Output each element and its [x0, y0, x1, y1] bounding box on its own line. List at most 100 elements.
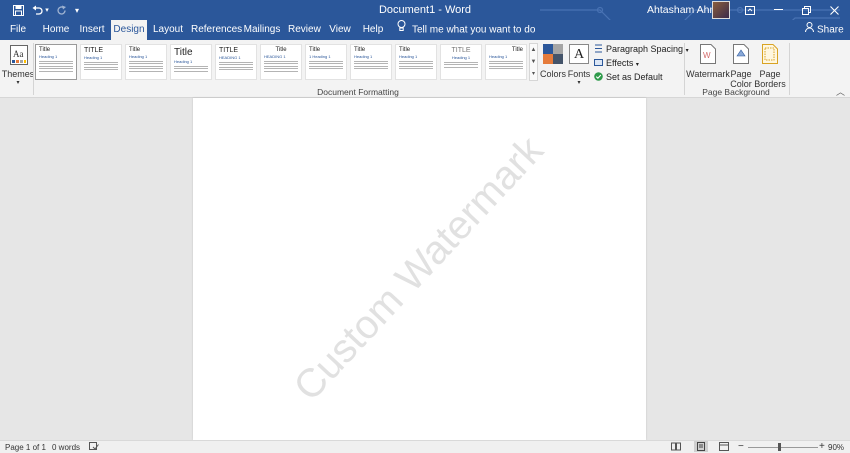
effects-button[interactable]: Effects ▾: [594, 57, 639, 69]
tab-mailings[interactable]: Mailings: [243, 20, 281, 40]
minimize-icon[interactable]: [764, 0, 792, 20]
style-set-thumb[interactable]: TITLE Heading 1: [80, 44, 122, 80]
print-layout-icon[interactable]: [694, 441, 708, 452]
set-as-default-label: Set as Default: [606, 72, 663, 82]
page-color-icon: [733, 44, 749, 67]
themes-button[interactable]: Aa Themes ▾: [2, 43, 34, 86]
paragraph-spacing-label: Paragraph Spacing: [606, 44, 684, 54]
thumb-title: Title: [309, 47, 321, 53]
fonts-icon: A: [569, 44, 589, 64]
zoom-out-icon[interactable]: −: [738, 441, 744, 452]
watermark-label: Watermark: [686, 69, 730, 79]
style-set-thumb[interactable]: Title Heading 1: [170, 44, 212, 80]
ribbon-display-options-icon[interactable]: [736, 0, 764, 20]
checkmark-circle-icon: [594, 71, 603, 84]
word-count[interactable]: 0 words: [52, 443, 80, 452]
page-borders-label-1: Page: [759, 69, 781, 79]
restore-icon[interactable]: [792, 0, 820, 20]
web-layout-icon[interactable]: [719, 442, 729, 453]
scroll-up-icon[interactable]: ▲: [530, 44, 537, 56]
set-as-default-button[interactable]: Set as Default: [594, 71, 663, 83]
themes-icon: Aa: [10, 45, 28, 68]
thumb-heading: Heading 1: [174, 59, 193, 64]
thumb-heading: Heading 1: [399, 54, 418, 59]
zoom-in-icon[interactable]: +: [819, 441, 825, 452]
thumb-heading: Heading 1: [451, 55, 471, 60]
style-set-thumb[interactable]: Title Heading 1: [485, 44, 527, 80]
tab-file[interactable]: File: [4, 20, 32, 40]
style-set-thumb[interactable]: Title Heading 1: [35, 44, 77, 80]
thumb-heading: Heading 1: [129, 54, 148, 59]
zoom-slider-thumb[interactable]: [777, 443, 781, 451]
thumb-title: Title: [174, 47, 193, 58]
style-set-thumb[interactable]: TITLE HEADING 1: [215, 44, 257, 80]
gallery-more-icon[interactable]: ▾: [530, 68, 537, 80]
page-color-button[interactable]: Page Color: [728, 43, 754, 89]
tab-layout[interactable]: Layout: [152, 20, 184, 40]
proofing-icon[interactable]: [89, 442, 99, 453]
style-set-thumb[interactable]: Title HEADING 1: [260, 44, 302, 80]
chevron-down-icon: ▾: [635, 62, 639, 68]
paragraph-spacing-icon: [594, 44, 603, 56]
tell-me-text: Tell me what you want to do: [412, 24, 536, 36]
thumb-title: Title: [399, 47, 411, 53]
read-mode-icon[interactable]: [671, 442, 681, 453]
person-icon: [805, 20, 814, 40]
thumb-title: TITLE: [84, 47, 104, 54]
watermark-text: Custom Watermark: [285, 128, 552, 410]
collapse-ribbon-icon[interactable]: ︿: [836, 85, 845, 98]
watermark-icon: W: [700, 44, 716, 67]
ribbon-tabs: File Home Insert Design Layout Reference…: [0, 20, 850, 40]
watermark-button[interactable]: W Watermark: [686, 43, 730, 85]
share-button[interactable]: Share: [805, 20, 844, 40]
colors-button[interactable]: Colors: [540, 43, 566, 85]
thumb-title: Title: [129, 47, 141, 53]
tab-design[interactable]: Design: [111, 20, 147, 40]
svg-text:Aa: Aa: [13, 49, 24, 59]
style-set-thumb[interactable]: Title 1 Heading 1: [305, 44, 347, 80]
title-bar: ▾ ▾ Document1 - Word Ahtasham Ahmad: [0, 0, 850, 36]
tab-references[interactable]: References: [191, 20, 242, 40]
thumb-heading: Heading 1: [84, 55, 103, 60]
paragraph-spacing-button[interactable]: Paragraph Spacing ▾: [594, 43, 689, 55]
style-set-thumb[interactable]: TITLE Heading 1: [440, 44, 482, 80]
page-color-label-1: Page: [730, 69, 752, 79]
avatar[interactable]: [712, 1, 730, 19]
tell-me-box[interactable]: Tell me what you want to do: [397, 20, 535, 40]
zoom-slider[interactable]: [748, 443, 818, 451]
thumb-heading: Heading 1: [39, 54, 58, 59]
effects-label: Effects: [606, 58, 634, 68]
page-count[interactable]: Page 1 of 1: [5, 443, 46, 452]
share-label: Share: [817, 24, 844, 36]
ribbon-design: Aa Themes ▾ Title Heading 1 TITLE Headin…: [0, 40, 850, 98]
style-set-thumb[interactable]: Title Heading 1: [125, 44, 167, 80]
page-background-group-label: Page Background: [702, 87, 770, 97]
tab-review[interactable]: Review: [288, 20, 321, 40]
chevron-down-icon: ▾: [16, 80, 20, 86]
page-borders-icon: [762, 44, 778, 67]
separator: [789, 43, 790, 95]
tab-home[interactable]: Home: [40, 20, 72, 40]
thumb-heading: HEADING 1: [219, 55, 241, 60]
page-borders-button[interactable]: Page Borders: [754, 43, 786, 89]
scroll-down-icon[interactable]: ▼: [530, 56, 537, 68]
thumb-heading: HEADING 1: [264, 54, 286, 59]
document-formatting-group-label: Document Formatting: [317, 87, 399, 97]
style-set-thumb[interactable]: Title Heading 1: [395, 44, 437, 80]
status-bar: Page 1 of 1 0 words − + 90%: [0, 440, 850, 453]
zoom-level[interactable]: 90%: [828, 443, 844, 452]
tab-help[interactable]: Help: [360, 20, 386, 40]
close-icon[interactable]: [820, 0, 848, 20]
thumb-heading: Heading 1: [489, 54, 508, 59]
fonts-button[interactable]: A Fonts ▾: [567, 43, 591, 86]
thumb-heading: 1 Heading 1: [309, 54, 331, 59]
tab-insert[interactable]: Insert: [77, 20, 107, 40]
tab-view[interactable]: View: [328, 20, 352, 40]
style-set-thumb[interactable]: Title Heading 1: [350, 44, 392, 80]
svg-text:W: W: [703, 51, 711, 60]
document-page[interactable]: Custom Watermark: [193, 98, 646, 440]
thumb-title: TITLE: [219, 47, 239, 54]
effects-icon: [594, 58, 603, 70]
colors-icon: [543, 44, 563, 67]
thumb-heading: Heading 1: [354, 54, 373, 59]
